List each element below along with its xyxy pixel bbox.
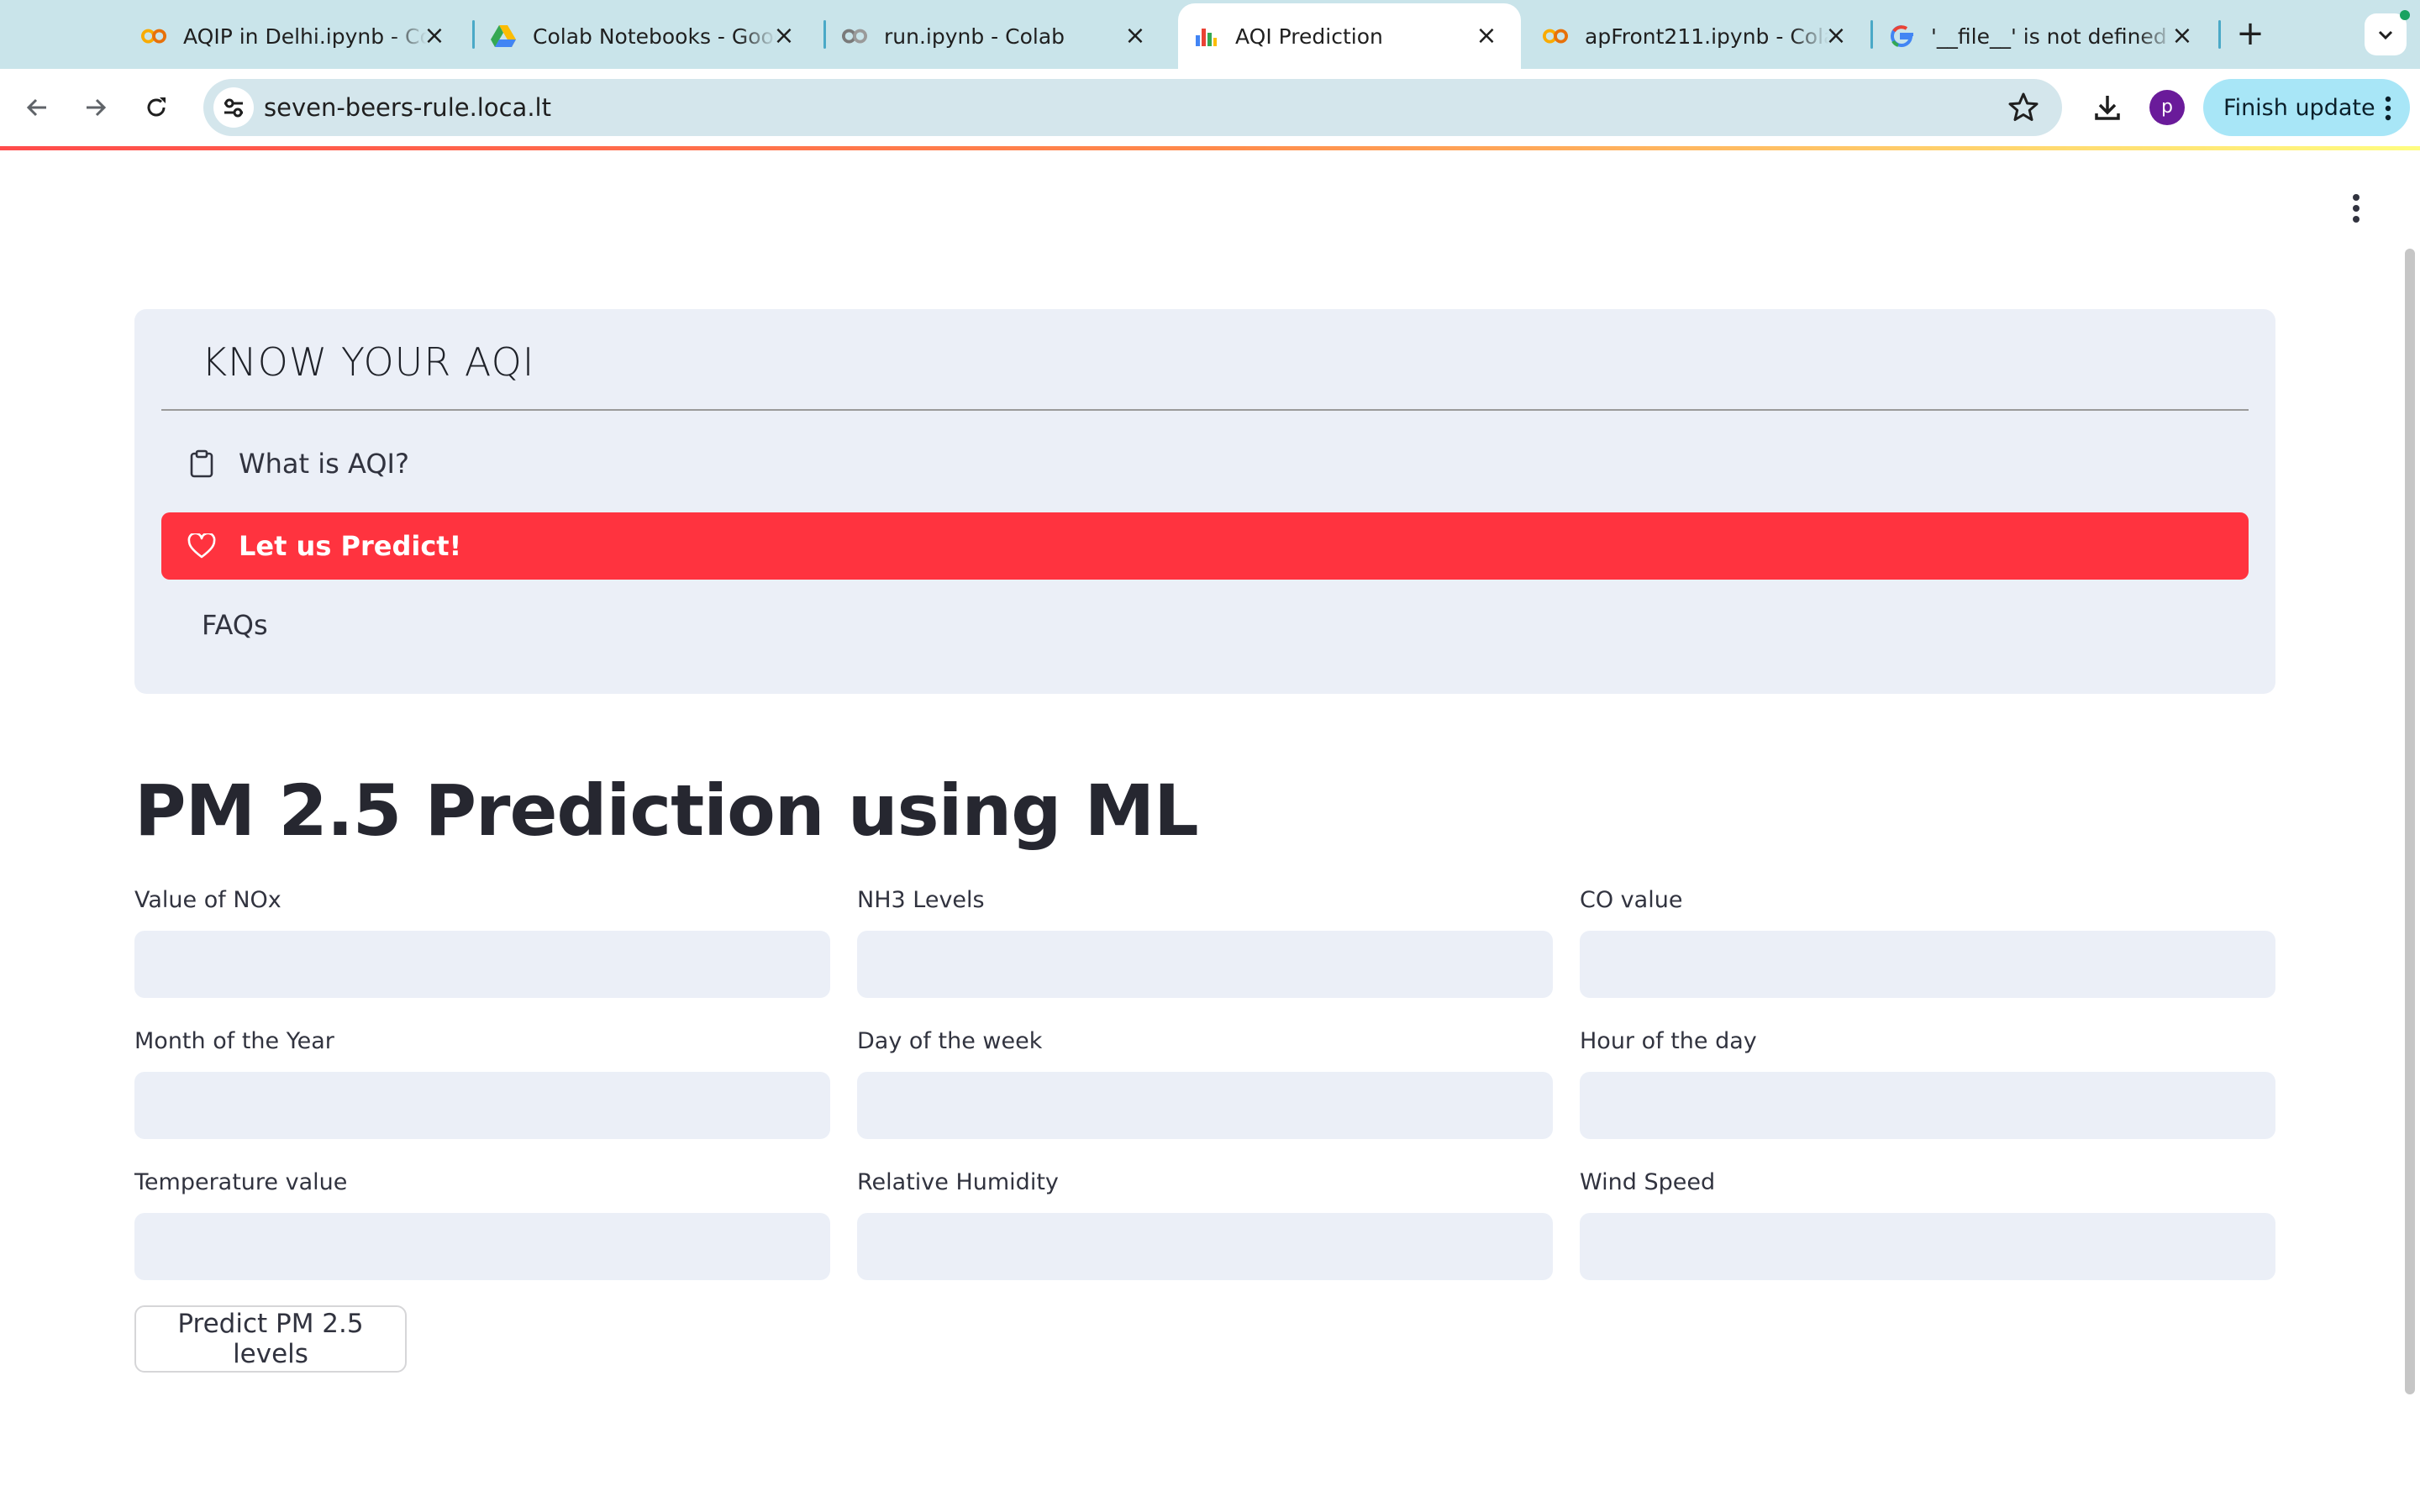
address-bar[interactable]: seven-beers-rule.loca.lt [203,79,2062,136]
arrow-right-icon [87,98,107,117]
co-input[interactable] [1580,931,2275,998]
tab-separator [1870,20,1873,49]
chart-icon [1193,24,1218,49]
field-label: Day of the week [857,1028,1043,1054]
kebab-menu-icon [2385,96,2391,121]
page-header-decoration [0,146,2420,150]
field-day-of-week: Day of the week [857,1025,1553,1139]
menu-title: KNOW YOUR AQI [202,339,535,385]
tab-separator [823,20,826,49]
drive-icon [491,24,516,49]
tab-search-button[interactable] [2365,10,2410,55]
tab-aqi-prediction[interactable]: AQI Prediction × [1178,3,1521,69]
close-icon[interactable]: × [1123,24,1148,49]
colab-icon [141,24,166,49]
menu-item-faqs[interactable]: FAQs [161,591,2249,659]
tab-title: Colab Notebooks - Goog [533,24,776,49]
downloads-button[interactable] [2084,84,2131,131]
nox-input[interactable] [134,931,830,998]
site-info-button[interactable] [213,87,254,128]
menu-item-label: Let us Predict! [239,530,462,562]
month-input[interactable] [134,1072,830,1139]
field-co: CO value [1580,884,2275,998]
field-wind-speed: Wind Speed [1580,1166,2275,1280]
nh3-input[interactable] [857,931,1553,998]
menu-divider [161,409,2249,411]
day-of-week-input[interactable] [857,1072,1553,1139]
option-menu: KNOW YOUR AQI What is AQI? Let us Predic… [134,309,2275,694]
app-main-menu-button[interactable] [2341,192,2371,225]
menu-dot [2353,216,2360,223]
field-humidity: Relative Humidity [857,1166,1553,1280]
field-hour: Hour of the day [1580,1025,2275,1139]
field-label: Relative Humidity [857,1169,1059,1195]
field-label: NH3 Levels [857,887,985,913]
browser-tabstrip: AQIP in Delhi.ipynb - Co × Colab Noteboo… [0,0,2420,69]
field-temperature: Temperature value [134,1166,830,1280]
forward-button[interactable] [72,84,119,131]
temperature-input[interactable] [134,1213,830,1280]
tab-title: '__file__' is not defined [1931,24,2167,49]
menu-item-label: What is AQI? [239,448,409,480]
field-month: Month of the Year [134,1025,830,1139]
back-button[interactable] [13,84,60,131]
url-text[interactable]: seven-beers-rule.loca.lt [264,79,551,136]
tune-icon [224,98,243,118]
field-label: Value of NOx [134,887,281,913]
reload-icon [147,97,166,117]
finish-update-label: Finish update [2223,94,2375,121]
field-label: CO value [1580,887,1683,913]
tab-apfront211[interactable]: apFront211.ipynb - Cola × [1528,3,1870,69]
tab-title: AQIP in Delhi.ipynb - Co [183,24,427,49]
field-nh3: NH3 Levels [857,884,1553,998]
page-scrollbar[interactable] [2405,249,2415,1394]
update-dot [2400,10,2410,20]
close-icon[interactable]: × [422,24,447,49]
humidity-input[interactable] [857,1213,1553,1280]
browser-toolbar: seven-beers-rule.loca.lt p Finish update [0,69,2420,146]
field-label: Wind Speed [1580,1169,1716,1195]
tab-title: AQI Prediction [1235,24,1383,49]
page-title: PM 2.5 Prediction using ML [134,769,1199,852]
colab-icon [842,24,867,49]
menu-dot [2353,204,2360,212]
menu-item-let-us-predict[interactable]: Let us Predict! [161,512,2249,580]
download-icon [2095,96,2120,120]
tab-colab-notebooks[interactable]: Colab Notebooks - Goog × [476,3,818,69]
heart-icon [187,531,217,561]
reload-button[interactable] [133,84,180,131]
field-label: Hour of the day [1580,1028,1757,1054]
arrow-left-icon [26,98,46,117]
colab-icon [1543,24,1568,49]
close-icon[interactable]: × [1474,24,1499,49]
field-label: Month of the Year [134,1028,334,1054]
finish-update-button[interactable]: Finish update [2203,79,2410,136]
bookmark-star-icon[interactable] [2007,91,2040,124]
tab-separator [472,20,475,49]
menu-item-label: FAQs [202,609,268,641]
tab-run-ipynb[interactable]: run.ipynb - Colab × [827,3,1170,69]
hour-input[interactable] [1580,1072,2275,1139]
menu-item-what-is-aqi[interactable]: What is AQI? [161,430,2249,497]
tab-separator [2218,20,2221,49]
menu-dot [2353,193,2360,201]
predict-button[interactable]: Predict PM 2.5 levels [134,1305,407,1373]
profile-avatar[interactable]: p [2149,90,2185,125]
close-icon[interactable]: × [2170,24,2195,49]
google-icon [1889,24,1914,49]
new-tab-button[interactable]: + [2232,15,2269,52]
close-icon[interactable]: × [1823,24,1849,49]
tab-title: run.ipynb - Colab [884,24,1065,49]
close-icon[interactable]: × [771,24,797,49]
wind-speed-input[interactable] [1580,1213,2275,1280]
clipboard-icon [187,449,217,479]
tab-aqip-delhi[interactable]: AQIP in Delhi.ipynb - Co × [126,3,469,69]
field-label: Temperature value [134,1169,348,1195]
chevron-down-icon [2378,30,2393,40]
tab-file-not-defined[interactable]: '__file__' is not defined × [1874,3,2217,69]
field-nox: Value of NOx [134,884,830,998]
tab-title: apFront211.ipynb - Cola [1585,24,1828,49]
